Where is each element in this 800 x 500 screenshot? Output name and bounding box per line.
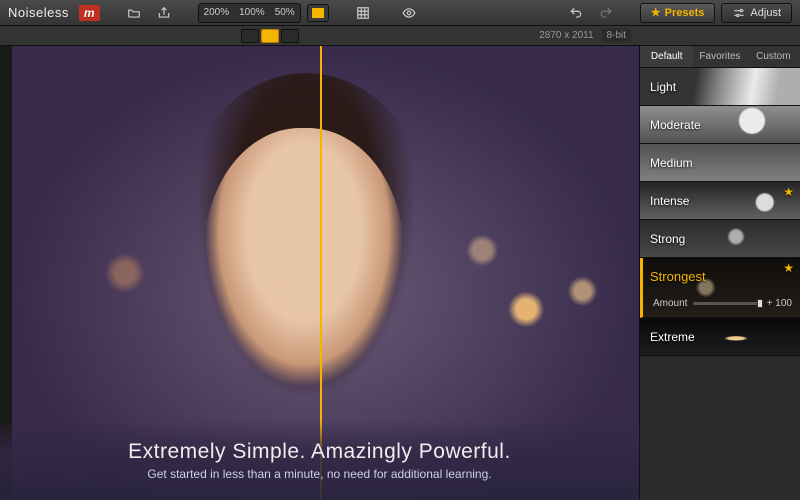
- marketing-caption: Extremely Simple. Amazingly Powerful. Ge…: [0, 420, 639, 500]
- undo-button[interactable]: [564, 4, 588, 22]
- presets-panel-button[interactable]: ★ Presets: [640, 3, 716, 23]
- adjust-label: Adjust: [750, 7, 781, 19]
- folder-open-icon: [127, 6, 141, 20]
- toolbar: Noiseless m 200% 100% 50%: [0, 0, 800, 26]
- fit-to-screen-button[interactable]: [307, 4, 329, 22]
- preset-intense[interactable]: Intense ★: [640, 182, 800, 220]
- tab-favorites[interactable]: Favorites: [693, 46, 746, 67]
- preset-label: Extreme: [650, 330, 695, 344]
- preset-tabs: Default Favorites Custom: [640, 46, 800, 68]
- adjust-panel-button[interactable]: Adjust: [721, 3, 792, 23]
- app-window: Noiseless m 200% 100% 50%: [0, 0, 800, 500]
- preset-strongest[interactable]: Strongest ★ Amount + 100: [640, 258, 800, 318]
- caption-subline: Get started in less than a minute, no ne…: [147, 467, 491, 481]
- sliders-icon: [732, 6, 746, 20]
- export-button[interactable]: [152, 4, 176, 22]
- star-icon: ★: [651, 6, 661, 19]
- favorite-star-icon[interactable]: ★: [783, 185, 794, 199]
- grid-icon: [356, 6, 370, 20]
- eye-icon: [402, 6, 416, 20]
- image-viewport[interactable]: Extremely Simple. Amazingly Powerful. Ge…: [0, 46, 639, 500]
- amount-value: + 100: [767, 298, 792, 309]
- preview-toggle-button[interactable]: [397, 4, 421, 22]
- presets-label: Presets: [665, 7, 705, 19]
- view-single-button[interactable]: [241, 29, 259, 43]
- preset-amount-slider[interactable]: Amount + 100: [653, 298, 792, 309]
- view-sidebyside-button[interactable]: [281, 29, 299, 43]
- preset-light[interactable]: Light: [640, 68, 800, 106]
- brand-badge: m: [79, 5, 100, 21]
- zoom-50-button[interactable]: 50%: [271, 5, 299, 21]
- open-file-button[interactable]: [122, 4, 146, 22]
- image-dimensions: 2870 x 2011: [539, 30, 593, 41]
- undo-icon: [569, 6, 583, 20]
- sub-toolbar: 2870 x 2011 8-bit: [0, 26, 800, 46]
- preset-moderate[interactable]: Moderate: [640, 106, 800, 144]
- preset-strong[interactable]: Strong: [640, 220, 800, 258]
- view-mode-switch: [0, 29, 539, 43]
- preset-extreme[interactable]: Extreme: [640, 318, 800, 356]
- slider-thumb[interactable]: [757, 299, 763, 308]
- preset-label: Light: [650, 80, 676, 94]
- amount-label: Amount: [653, 298, 687, 309]
- preset-label: Strongest: [650, 269, 706, 284]
- view-split-button[interactable]: [261, 29, 279, 43]
- preset-label: Medium: [650, 156, 693, 170]
- bit-depth-badge: 8-bit: [602, 29, 631, 42]
- preset-label: Intense: [650, 194, 689, 208]
- redo-button[interactable]: [594, 4, 618, 22]
- preset-label: Strong: [650, 232, 685, 246]
- tab-default[interactable]: Default: [640, 46, 693, 67]
- tab-custom[interactable]: Custom: [747, 46, 800, 67]
- preset-list: Light Moderate Medium Intense ★: [640, 68, 800, 500]
- slider-track[interactable]: [693, 302, 760, 305]
- share-icon: [157, 6, 171, 20]
- zoom-200-button[interactable]: 200%: [200, 5, 234, 21]
- fit-icon: [312, 8, 324, 18]
- presets-sidebar: Default Favorites Custom Light Moderate …: [639, 46, 800, 500]
- zoom-controls: 200% 100% 50%: [198, 3, 301, 23]
- main-area: Extremely Simple. Amazingly Powerful. Ge…: [0, 46, 800, 500]
- grid-toggle-button[interactable]: [351, 4, 375, 22]
- caption-headline: Extremely Simple. Amazingly Powerful.: [128, 440, 511, 464]
- app-title: Noiseless: [8, 5, 69, 20]
- preset-label: Moderate: [650, 118, 701, 132]
- zoom-100-button[interactable]: 100%: [235, 5, 269, 21]
- redo-icon: [599, 6, 613, 20]
- preset-medium[interactable]: Medium: [640, 144, 800, 182]
- favorite-star-icon[interactable]: ★: [783, 261, 794, 275]
